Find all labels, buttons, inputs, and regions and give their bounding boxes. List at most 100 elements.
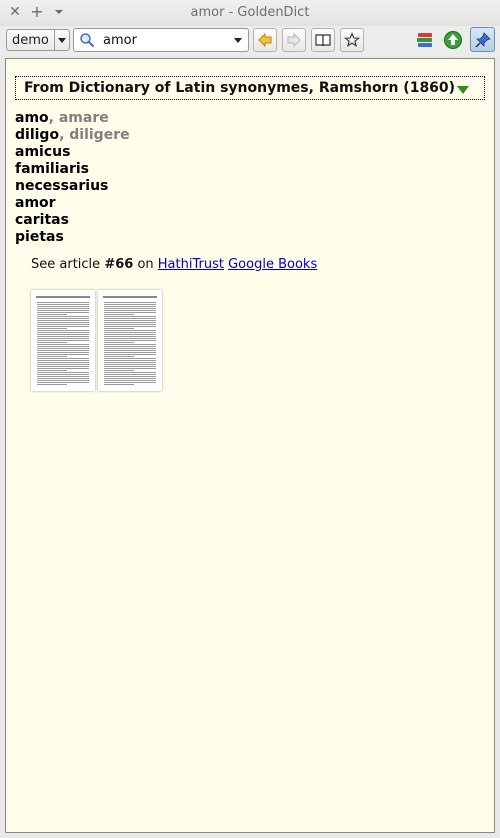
thumbnail-text-line (37, 310, 89, 311)
thumbnail-text-line (104, 318, 156, 319)
thumbnail-text-line (37, 306, 89, 307)
headword: amo, amare (15, 110, 109, 126)
group-select[interactable]: demo (6, 29, 70, 51)
headword: amor (15, 195, 56, 211)
collapse-triangle-icon[interactable] (457, 86, 469, 94)
star-icon (344, 32, 360, 48)
thumbnail-text-line (104, 346, 156, 347)
group-select-value: demo (12, 33, 49, 48)
hathitrust-link[interactable]: HathiTrust (158, 257, 224, 272)
thumbnail-text-line (104, 316, 156, 317)
back-icon (258, 32, 272, 48)
thumbnail-text-line (104, 366, 156, 367)
thumbnail-text-line (104, 340, 156, 341)
window-title: amor - GoldenDict (190, 5, 310, 20)
page-thumbnail[interactable] (31, 290, 95, 391)
thumbnail-text-line (37, 362, 89, 363)
thumbnail-text-line (37, 376, 89, 377)
page-thumbnail[interactable] (98, 290, 162, 391)
chevron-down-icon[interactable] (234, 38, 242, 43)
thumbnail-text-line (104, 364, 156, 365)
see-article-line: See article #66 on HathiTrust Google Boo… (31, 257, 318, 272)
search-input[interactable]: amor (73, 28, 249, 52)
thumbnail-text-line (104, 382, 156, 383)
scan-up-icon[interactable] (443, 30, 463, 50)
dictionaries-button[interactable] (311, 28, 335, 52)
thumbnail-text-line (104, 322, 156, 323)
thumbnail-text-line (37, 318, 89, 319)
thumbnail-text-line (37, 366, 89, 367)
google-books-link[interactable]: Google Books (228, 257, 317, 272)
thumbnail-text-line (104, 324, 156, 325)
headword: caritas (15, 212, 69, 228)
thumbnail-text-line (37, 330, 89, 331)
thumbnail-text-line (37, 322, 89, 323)
thumbnail-text-line (104, 378, 156, 379)
thumbnail-text-line (37, 320, 89, 321)
thumbnail-text-line (104, 338, 156, 339)
thumbnail-text-line (104, 376, 156, 377)
thumbnail-text-line (37, 354, 89, 355)
thumbnail-text-line (37, 380, 89, 381)
thumbnail-text-line (37, 314, 67, 315)
thumbnail-text-line (104, 372, 156, 373)
books-icon[interactable] (415, 30, 435, 50)
thumbnail-text-line (104, 334, 156, 335)
chevron-down-icon[interactable] (54, 30, 69, 50)
thumbnail-text-line (37, 370, 67, 371)
thumbnail-text-line (37, 326, 89, 327)
headword-list: amo, amare diligo, diligere amicus famil… (15, 110, 130, 246)
thumbnail-text-line (37, 328, 67, 329)
thumbnail-text-line (104, 314, 134, 315)
thumbnail-text-line (37, 352, 89, 353)
thumbnail-text-line (104, 342, 134, 343)
headword: familiaris (15, 161, 90, 177)
thumbnail-text-line (37, 364, 89, 365)
search-value[interactable]: amor (103, 33, 137, 48)
thumbnail-text-line (37, 304, 89, 305)
back-button[interactable] (253, 28, 277, 52)
thumbnail-text-line (104, 362, 156, 363)
thumbnail-text-line (104, 344, 156, 345)
thumbnail-text-line (104, 320, 156, 321)
thumbnail-text-line (37, 334, 89, 335)
forward-button[interactable] (282, 28, 306, 52)
pin-button[interactable] (470, 27, 495, 52)
thumbnail-text-line (37, 302, 89, 303)
thumbnail-text-line (37, 348, 89, 349)
thumbnail-text-line (37, 374, 89, 375)
headword: diligo, diligere (15, 127, 130, 143)
favorite-button[interactable] (340, 28, 364, 52)
dictionary-title: From Dictionary of Latin synonymes, Rams… (24, 80, 456, 96)
book-icon (315, 34, 331, 47)
thumbnail-text-line (104, 370, 134, 371)
forward-icon (287, 32, 301, 48)
thumbnail-text-line (37, 344, 89, 345)
thumbnail-text-line (104, 360, 156, 361)
thumbnail-text-line (104, 336, 156, 337)
thumbnail-text-line (37, 338, 89, 339)
dictionary-header[interactable]: From Dictionary of Latin synonymes, Rams… (15, 76, 485, 100)
pin-icon (475, 32, 491, 48)
thumbnail-text-line (37, 324, 89, 325)
thumbnail-text-line (104, 308, 156, 309)
thumbnail-text-line (104, 356, 134, 357)
thumbnail-text-line (104, 302, 156, 303)
thumbnail-text-line (104, 350, 156, 351)
thumbnail-text-line (104, 368, 156, 369)
thumbnail-text-line (104, 304, 156, 305)
thumbnail-text-line (37, 312, 89, 313)
thumbnail-text-line (37, 356, 67, 357)
thumbnail-text-line (104, 348, 156, 349)
thumbnail-text-line (104, 358, 156, 359)
thumbnail-text-line (104, 352, 156, 353)
headword: necessarius (15, 178, 109, 194)
thumbnail-text-line (37, 340, 89, 341)
thumbnail-text-line (37, 336, 89, 337)
article-view[interactable]: From Dictionary of Latin synonymes, Rams… (5, 58, 495, 833)
thumbnail-text-line (37, 316, 89, 317)
thumbnail-text-line (37, 350, 89, 351)
thumbnail-text-line (37, 358, 89, 359)
headword: amicus (15, 144, 71, 160)
thumbnail-text-line (37, 384, 67, 385)
